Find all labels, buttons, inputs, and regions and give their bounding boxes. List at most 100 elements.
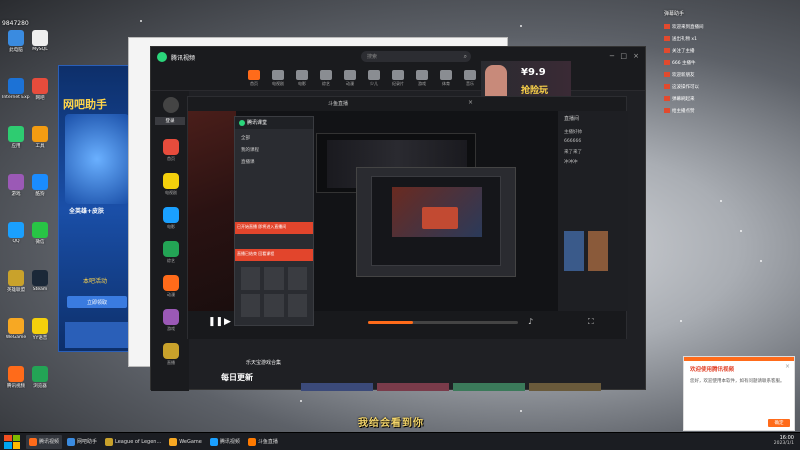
bottom-thumbs	[301, 383, 601, 391]
desktop-icon-image	[32, 366, 48, 382]
inner-chat: 直播间 主播好帅 666666 来了来了 冲冲冲	[558, 111, 628, 311]
desktop-icon[interactable]: 游戏	[4, 174, 28, 197]
desktop-icon[interactable]: QQ	[4, 222, 28, 244]
notify-text: 666 主播牛	[672, 61, 696, 66]
desktop-icon[interactable]: WeGame	[4, 318, 28, 340]
promo-banner[interactable]: ¥9.9 抢险玩	[481, 61, 571, 101]
notify-line: 欢迎来到直播间	[664, 24, 704, 30]
popup-title: 欢迎使用腾讯视频	[690, 367, 735, 373]
taskbar-item[interactable]: WeGame	[166, 435, 205, 449]
taskbar-item[interactable]: 腾讯视频	[207, 435, 243, 449]
nav-item[interactable]: 电影	[291, 70, 313, 87]
nav-label: 电视剧	[272, 81, 284, 86]
notify-line: 关注了主播	[664, 48, 695, 54]
maximize-icon[interactable]: □	[620, 52, 627, 60]
inner-art	[188, 111, 236, 311]
tx-tool-grid	[241, 267, 307, 317]
sidebar-app-label: 综艺	[167, 258, 175, 263]
taskbar-item[interactable]: 腾讯视频	[26, 434, 63, 449]
sidebar-app[interactable]: 直播	[163, 343, 179, 365]
nav-item[interactable]: 首页	[243, 70, 265, 87]
app-logo-icon	[157, 52, 167, 62]
desktop-icon[interactable]: 工具	[28, 126, 52, 149]
desktop-icon[interactable]: MySQL	[28, 30, 52, 52]
nav-item[interactable]: 纪录片	[387, 70, 409, 87]
search-box[interactable]: 搜索 ⌕	[361, 51, 471, 62]
desktop-icon[interactable]: Steam	[28, 270, 52, 292]
desktop-icon[interactable]: Internet Explorer	[2, 78, 30, 100]
popup-ok-button[interactable]: 确定	[768, 419, 790, 427]
desktop-icon-label: YY语音	[32, 336, 48, 341]
sidebar-app[interactable]: 首页	[163, 139, 179, 161]
sidebar-app-label: 首页	[167, 156, 175, 161]
section-label: 乐天宝游戏合集	[246, 360, 282, 366]
nav-item[interactable]: 音乐	[459, 70, 481, 87]
search-icon[interactable]: ⌕	[464, 53, 467, 61]
desktop-icon-image	[8, 126, 24, 142]
desktop-icon[interactable]: 应用	[4, 126, 28, 149]
volume-icon[interactable]: ♪	[528, 317, 533, 326]
nav-icon	[272, 70, 284, 80]
login-button[interactable]: 登录	[155, 117, 185, 125]
taskbar-item[interactable]: League of Legen...	[102, 435, 164, 449]
nav-label: 音乐	[466, 81, 474, 86]
nav-item[interactable]: 综艺	[315, 70, 337, 87]
nav-item[interactable]: 游戏	[411, 70, 433, 87]
notify-line: 给主播点赞	[664, 108, 695, 114]
nav-item[interactable]: 少儿	[363, 70, 385, 87]
tx-item-1[interactable]: 全部	[241, 135, 250, 141]
progress-bar[interactable]	[368, 321, 518, 324]
sidebar-app[interactable]: 电影	[163, 207, 179, 229]
desktop-icon[interactable]: 英雄联盟	[4, 270, 28, 293]
desktop-icon[interactable]: 微信	[28, 222, 52, 245]
desktop-icon[interactable]: 此电脑	[4, 30, 28, 53]
notify-text: 弹幕刷起来	[672, 97, 695, 102]
tx-item-3[interactable]: 直播课	[241, 159, 255, 165]
desktop-icon[interactable]: 酷狗	[28, 174, 52, 197]
desktop-icon[interactable]: 腾讯视频	[4, 366, 28, 389]
notify-line: 666 主播牛	[664, 60, 696, 66]
inner-titlebar: 斗鱼直播 ×	[188, 97, 626, 111]
taskbar-item-icon	[67, 437, 76, 446]
sidebar-app[interactable]: 电视剧	[163, 173, 179, 195]
desktop-icon-image	[32, 126, 48, 142]
welcome-popup[interactable]: 欢迎使用腾讯视频 您好，欢迎使用本软件，如有问题请联系客服。 确定 ×	[683, 356, 795, 431]
main-title: 腾讯视频	[171, 54, 196, 62]
nav-item[interactable]: 动漫	[339, 70, 361, 87]
desktop-icon-image	[32, 30, 48, 46]
nav-label: 游戏	[418, 81, 426, 86]
sidebar-app[interactable]: 综艺	[163, 241, 179, 263]
left-ad-banner[interactable]: 网吧助手 全英雄+皮肤 本吧活动 立即领取	[58, 65, 134, 352]
tx-highlight-1[interactable]: 已开始直播 即将进入直播间	[235, 222, 313, 234]
taskbar-item[interactable]: 斗鱼直播	[245, 435, 281, 449]
tx-item-2[interactable]: 我的课程	[241, 147, 259, 153]
nav-label: 动漫	[346, 81, 354, 86]
next-icon[interactable]: ▶	[224, 317, 231, 327]
popup-close-icon[interactable]: ×	[785, 363, 790, 370]
taskbar-clock[interactable]: 16:00 2023/1/1	[774, 435, 794, 446]
left-ad-cta-button[interactable]: 立即领取	[67, 296, 127, 308]
desktop-icon[interactable]: YY语音	[28, 318, 52, 341]
start-button[interactable]	[4, 434, 20, 449]
desktop-icon[interactable]: 网吧	[28, 78, 52, 101]
taskbar-item[interactable]: 网吧助手	[64, 435, 100, 449]
tx-highlight-2[interactable]: 直播已结束 回看课程	[235, 249, 313, 261]
fullscreen-icon[interactable]: ⛶	[588, 317, 594, 327]
inner-close-icon[interactable]: ×	[468, 99, 473, 106]
sidebar-app[interactable]: 游戏	[163, 309, 179, 331]
minimize-icon[interactable]: −	[609, 52, 615, 60]
close-icon[interactable]: ×	[633, 52, 639, 60]
notify-header: 弹幕助手	[664, 11, 685, 17]
sidebar-app[interactable]: 动漫	[163, 275, 179, 297]
desktop-icon-label: 酷狗	[35, 192, 45, 197]
user-avatar[interactable]	[163, 97, 179, 113]
desktop-icon-image	[32, 174, 48, 190]
desktop-icon-image	[32, 270, 48, 286]
tencent-class-window[interactable]: 腾讯课堂 全部 我的课程 直播课 已开始直播 即将进入直播间 直播已结束 回看课…	[234, 116, 314, 326]
pause-icon[interactable]: ❚❚	[208, 317, 223, 327]
nav-item[interactable]: 体育	[435, 70, 457, 87]
desktop-icon-label: 微信	[35, 240, 45, 245]
nav-item[interactable]: 电视剧	[267, 70, 289, 87]
desktop-icon-label: MySQL	[32, 47, 48, 52]
desktop-icon[interactable]: 浏览器	[28, 366, 52, 389]
